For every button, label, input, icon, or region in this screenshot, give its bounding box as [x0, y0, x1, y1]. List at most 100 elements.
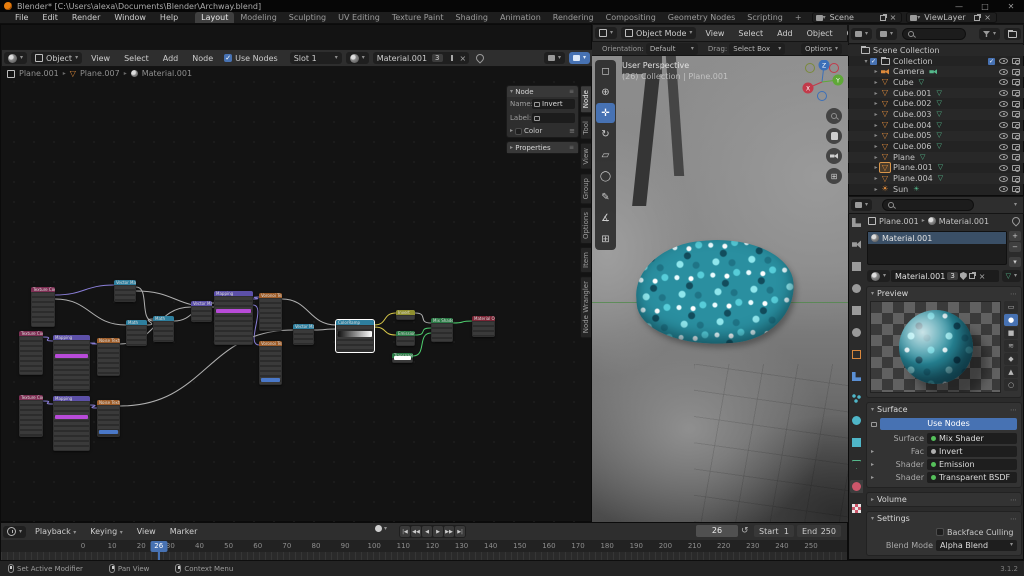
move-tool-button[interactable]: ✛ [596, 103, 615, 123]
users-count[interactable]: 3 [947, 272, 957, 280]
menu-edit[interactable]: Edit [35, 13, 65, 22]
disable-render-icon[interactable] [1012, 58, 1020, 64]
hide-viewport-icon[interactable] [999, 101, 1008, 107]
workspace-tab-rendering[interactable]: Rendering [547, 12, 600, 23]
expander-icon[interactable]: ▸ [872, 132, 880, 139]
snap-button[interactable]: ▾ [544, 52, 565, 64]
outliner-row-sun[interactable]: ▸☀Sun☀ [848, 184, 1024, 195]
overlays-button[interactable]: ▾ [569, 52, 590, 64]
use-nodes-toggle[interactable]: ✓ Use Nodes [224, 54, 278, 63]
node-math[interactable]: Math [126, 320, 147, 346]
node-mapping[interactable]: Mapping [214, 291, 253, 345]
preview-shape-shaderball[interactable]: ◆ [1004, 353, 1018, 365]
node-label-field[interactable] [532, 113, 575, 123]
hide-viewport-icon[interactable] [999, 90, 1008, 96]
filter-button[interactable]: ▾ [979, 28, 1000, 40]
properties-options-icon[interactable]: ▾ [1014, 202, 1017, 208]
editor-type-button[interactable]: ▾ [595, 27, 617, 39]
exclude-checkbox[interactable]: ✓ [988, 58, 995, 65]
material-slot-row[interactable]: Material.001 [868, 232, 1006, 244]
menu-view[interactable]: View [130, 527, 163, 536]
menu-keying[interactable]: Keying ▾ [83, 527, 129, 536]
menu-add[interactable]: Add [156, 54, 186, 63]
play-reverse-button[interactable]: ◀ [422, 526, 432, 537]
gizmo-axis-negative[interactable] [830, 64, 839, 73]
current-frame-field[interactable]: 26 [696, 525, 738, 537]
node-canvas[interactable]: Plane.001 ▸ ▽ Plane.007 ▸ Material.001 T… [1, 67, 591, 547]
menu-render[interactable]: Render [65, 13, 107, 22]
outliner-row-cube-006[interactable]: ▸▽Cube.006▽ [848, 141, 1024, 152]
material-slot-list[interactable]: Material.001 [867, 231, 1007, 265]
navigation-gizmo[interactable]: ZXY [798, 60, 844, 106]
gizmo-axis-negative[interactable] [818, 92, 827, 101]
workspace-tab-geometry-nodes[interactable]: Geometry Nodes [662, 12, 741, 23]
blend-mode-select[interactable]: Alpha Blend ▾ [936, 540, 1017, 551]
menu-playback[interactable]: Playback ▾ [28, 527, 83, 536]
transform-tool-button[interactable]: ◯ [596, 166, 615, 186]
output-properties-tab[interactable] [850, 260, 863, 273]
expander-icon[interactable]: ▸ [872, 143, 880, 150]
volume-panel-header[interactable]: ▸Volume⋯ [867, 493, 1021, 506]
sidebar-tab-tool[interactable]: Tool [580, 116, 591, 140]
add-slot-button[interactable]: + [1009, 231, 1021, 241]
node-math[interactable]: Math [153, 316, 174, 342]
orientation-select[interactable]: Default▾ [646, 43, 698, 55]
outliner-row-collection[interactable]: ▾✓Collection✓ [848, 56, 1024, 67]
hide-viewport-icon[interactable] [999, 176, 1008, 182]
object-data-properties-tab[interactable] [850, 458, 863, 471]
expander-icon[interactable]: ▸ [872, 100, 880, 107]
remove-slot-button[interactable]: − [1009, 242, 1021, 252]
node-vector-math[interactable]: Vector Math [114, 280, 136, 302]
delete-view-layer-icon[interactable]: × [982, 13, 993, 22]
editor-type-button[interactable]: ▾ [4, 52, 27, 64]
disable-render-icon[interactable] [1012, 186, 1020, 192]
node-texture-coordinate[interactable]: Texture Coordinate [19, 395, 43, 437]
node-vector-math[interactable]: Vector Math [191, 301, 212, 322]
menu-object[interactable]: Object [800, 29, 840, 38]
preview-shape-cube[interactable]: ■ [1004, 327, 1018, 339]
material-name-field[interactable]: Material.001 3 × [891, 270, 999, 282]
view-layer-selector[interactable]: ▾ ViewLayer × [906, 12, 997, 23]
pin-icon[interactable] [474, 52, 485, 63]
disable-render-icon[interactable] [1012, 144, 1020, 150]
expander-icon[interactable]: ▸ [872, 186, 880, 193]
outliner-row-cube-001[interactable]: ▸▽Cube.001▽ [848, 88, 1024, 99]
outliner-search[interactable] [902, 28, 966, 40]
end-frame-field[interactable]: End250 [797, 525, 841, 537]
hide-viewport-icon[interactable] [999, 165, 1008, 171]
disable-render-icon[interactable] [1012, 154, 1020, 160]
zoom-button[interactable] [826, 108, 842, 124]
delete-scene-icon[interactable]: × [888, 13, 899, 22]
scale-tool-button[interactable]: ▱ [596, 145, 615, 165]
workspace-tab-uv-editing[interactable]: UV Editing [332, 12, 386, 23]
modifiers-properties-tab[interactable] [850, 370, 863, 383]
physics-properties-tab[interactable] [850, 414, 863, 427]
expand-icon[interactable]: ▸ [871, 461, 877, 468]
node-mapping[interactable]: Mapping [53, 335, 90, 391]
sidebar-tab-item[interactable]: Item [580, 247, 591, 273]
disable-render-icon[interactable] [1012, 79, 1020, 85]
expander-icon[interactable]: ▸ [872, 122, 880, 129]
outliner-row-cube[interactable]: ▸▽Cube▽ [848, 77, 1024, 88]
next-keyframe-button[interactable]: ▶▶ [444, 526, 454, 537]
outliner-row-plane-004[interactable]: ▸▽Plane.004▽ [848, 173, 1024, 184]
expander-icon[interactable]: ▾ [862, 58, 870, 65]
node-texture-coordinate[interactable]: Texture Coordinate [19, 331, 43, 375]
rotate-tool-button[interactable]: ↻ [596, 124, 615, 144]
new-collection-button[interactable] [1004, 28, 1021, 40]
cursor-tool-button[interactable]: ⊕ [596, 82, 615, 102]
select-box-tool-button[interactable]: ◻ [596, 61, 615, 81]
timeline-strip[interactable] [1, 552, 847, 560]
viewport-can vas[interactable]: User Perspective (26) Collection | Plane… [592, 56, 848, 522]
workspace-tab-item[interactable]: + [789, 12, 808, 23]
sidebar-tab-options[interactable]: Options [580, 207, 591, 244]
minimize-button[interactable]: — [946, 2, 972, 11]
pan-button[interactable] [826, 128, 842, 144]
expander-icon[interactable]: ▸ [872, 90, 880, 97]
outliner-row-cube-004[interactable]: ▸▽Cube.004▽ [848, 120, 1024, 131]
disable-render-icon[interactable] [1012, 133, 1020, 139]
properties-search[interactable] [882, 199, 974, 211]
expander-icon[interactable]: ▸ [872, 68, 880, 75]
disable-render-icon[interactable] [1012, 90, 1020, 96]
menu-select[interactable]: Select [117, 54, 156, 63]
